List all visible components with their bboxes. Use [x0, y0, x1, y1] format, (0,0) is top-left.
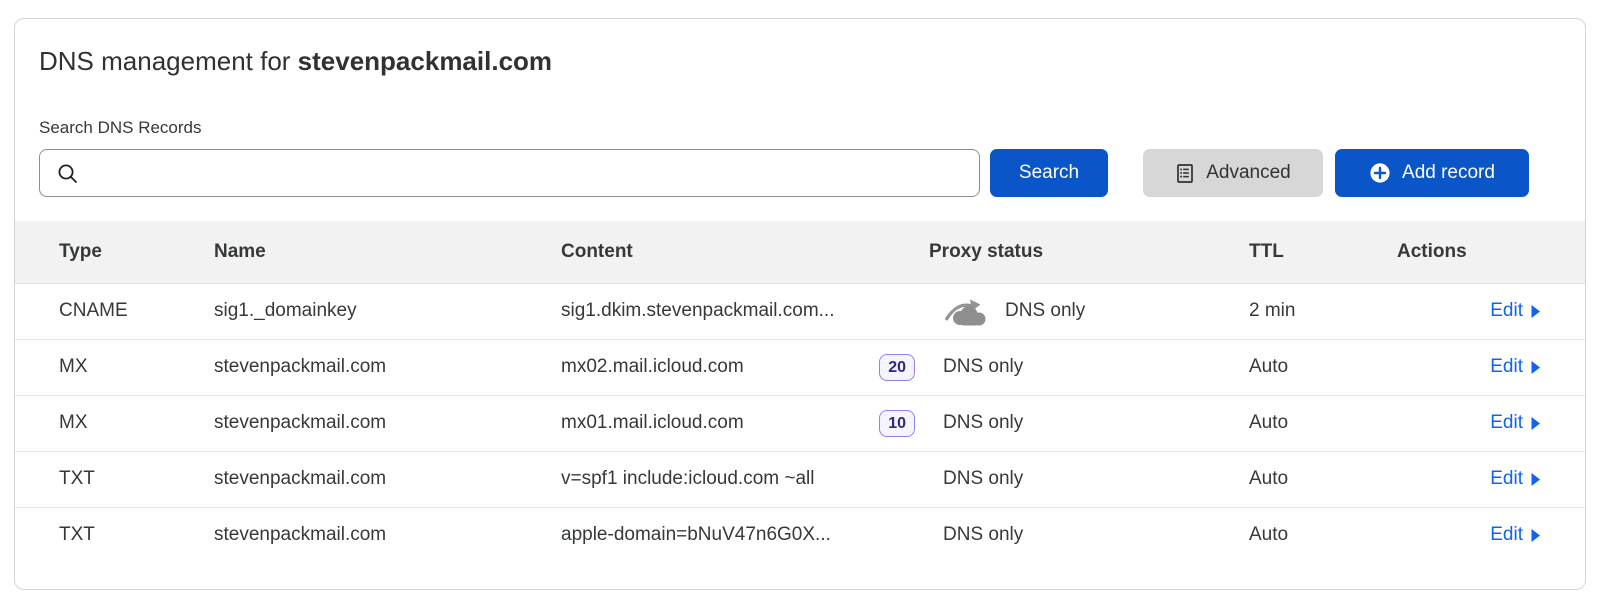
table-row: CNAMEsig1._domainkey sig1.dkim.stevenpac…	[15, 283, 1585, 339]
cell-proxy-status: DNS only	[929, 395, 1249, 451]
proxy-status-text: DNS only	[943, 468, 1023, 490]
cell-actions: Edit	[1397, 395, 1585, 451]
edit-record-button[interactable]: Edit	[1397, 356, 1585, 378]
cell-record-name: stevenpackmail.com	[214, 339, 561, 395]
proxy-status-text: DNS only	[943, 356, 1023, 378]
search-button[interactable]: Search	[990, 149, 1108, 197]
column-header-actions: Actions	[1397, 221, 1585, 283]
cell-record-name: stevenpackmail.com	[214, 451, 561, 507]
cell-record-content: v=spf1 include:icloud.com ~all	[561, 451, 929, 507]
zone-domain: stevenpackmail.com	[298, 46, 552, 76]
cell-ttl: Auto	[1249, 507, 1397, 563]
advanced-button[interactable]: Advanced	[1143, 149, 1323, 197]
search-icon	[56, 162, 79, 185]
column-header-type: Type	[15, 221, 214, 283]
column-header-content: Content	[561, 221, 929, 283]
cell-record-type: MX	[15, 339, 214, 395]
mx-priority-badge: 20	[879, 354, 915, 381]
search-row: Search Advanced Add record	[39, 149, 1561, 197]
record-content-text: apple-domain=bNuV47n6G0X...	[561, 524, 831, 546]
record-content-text: mx02.mail.icloud.com	[561, 356, 744, 378]
dns-records-table: Type Name Content Proxy status TTL Actio…	[15, 221, 1585, 563]
edit-arrow-icon	[1530, 416, 1541, 431]
cell-record-content: mx01.mail.icloud.com 10	[561, 395, 929, 451]
cell-proxy-status: DNS only	[929, 507, 1249, 563]
page-title: DNS management for stevenpackmail.com	[39, 46, 1561, 77]
cell-record-name: stevenpackmail.com	[214, 395, 561, 451]
cell-proxy-status: DNS only	[929, 339, 1249, 395]
cell-record-content: sig1.dkim.stevenpackmail.com...	[561, 283, 929, 339]
cell-record-content: mx02.mail.icloud.com 20	[561, 339, 929, 395]
record-content-text: sig1.dkim.stevenpackmail.com...	[561, 300, 835, 322]
edit-record-button[interactable]: Edit	[1397, 412, 1585, 434]
add-plus-icon	[1369, 162, 1391, 184]
edit-arrow-icon	[1530, 304, 1541, 319]
record-content-text: mx01.mail.icloud.com	[561, 412, 744, 434]
cell-actions: Edit	[1397, 283, 1585, 339]
cell-ttl: Auto	[1249, 395, 1397, 451]
proxy-status-text: DNS only	[943, 524, 1023, 546]
cell-record-type: MX	[15, 395, 214, 451]
dns-management-card: DNS management for stevenpackmail.com Se…	[14, 18, 1586, 590]
advanced-list-icon	[1175, 163, 1195, 184]
search-box	[39, 149, 980, 197]
dns-table-body: CNAMEsig1._domainkey sig1.dkim.stevenpac…	[15, 283, 1585, 563]
record-content-text: v=spf1 include:icloud.com ~all	[561, 468, 814, 490]
column-header-ttl: TTL	[1249, 221, 1397, 283]
cell-ttl: Auto	[1249, 339, 1397, 395]
column-header-name: Name	[214, 221, 561, 283]
cell-actions: Edit	[1397, 507, 1585, 563]
table-row: TXTstevenpackmail.com apple-domain=bNuV4…	[15, 507, 1585, 563]
proxy-status-text: DNS only	[943, 412, 1023, 434]
cell-record-type: TXT	[15, 507, 214, 563]
table-row: MXstevenpackmail.com mx01.mail.icloud.co…	[15, 395, 1585, 451]
cell-ttl: Auto	[1249, 451, 1397, 507]
add-record-button[interactable]: Add record	[1335, 149, 1529, 197]
table-row: TXTstevenpackmail.com v=spf1 include:icl…	[15, 451, 1585, 507]
cell-proxy-status: DNS only	[929, 451, 1249, 507]
cell-ttl: 2 min	[1249, 283, 1397, 339]
edit-arrow-icon	[1530, 360, 1541, 375]
cell-record-content: apple-domain=bNuV47n6G0X...	[561, 507, 929, 563]
column-header-proxy-status: Proxy status	[929, 221, 1249, 283]
search-label: Search DNS Records	[39, 118, 1561, 138]
edit-record-button[interactable]: Edit	[1397, 300, 1585, 322]
cell-record-type: CNAME	[15, 283, 214, 339]
cell-record-name: stevenpackmail.com	[214, 507, 561, 563]
cell-proxy-status: DNS only	[929, 283, 1249, 339]
edit-record-button[interactable]: Edit	[1397, 468, 1585, 490]
dns-only-cloud-icon	[943, 296, 989, 326]
mx-priority-badge: 10	[879, 410, 915, 437]
proxy-status-text: DNS only	[1005, 300, 1085, 322]
table-row: MXstevenpackmail.com mx02.mail.icloud.co…	[15, 339, 1585, 395]
search-input[interactable]	[40, 150, 979, 196]
edit-record-button[interactable]: Edit	[1397, 524, 1585, 546]
edit-arrow-icon	[1530, 472, 1541, 487]
cell-actions: Edit	[1397, 451, 1585, 507]
edit-arrow-icon	[1530, 528, 1541, 543]
cell-record-type: TXT	[15, 451, 214, 507]
cell-actions: Edit	[1397, 339, 1585, 395]
cell-record-name: sig1._domainkey	[214, 283, 561, 339]
table-header-row: Type Name Content Proxy status TTL Actio…	[15, 221, 1585, 283]
